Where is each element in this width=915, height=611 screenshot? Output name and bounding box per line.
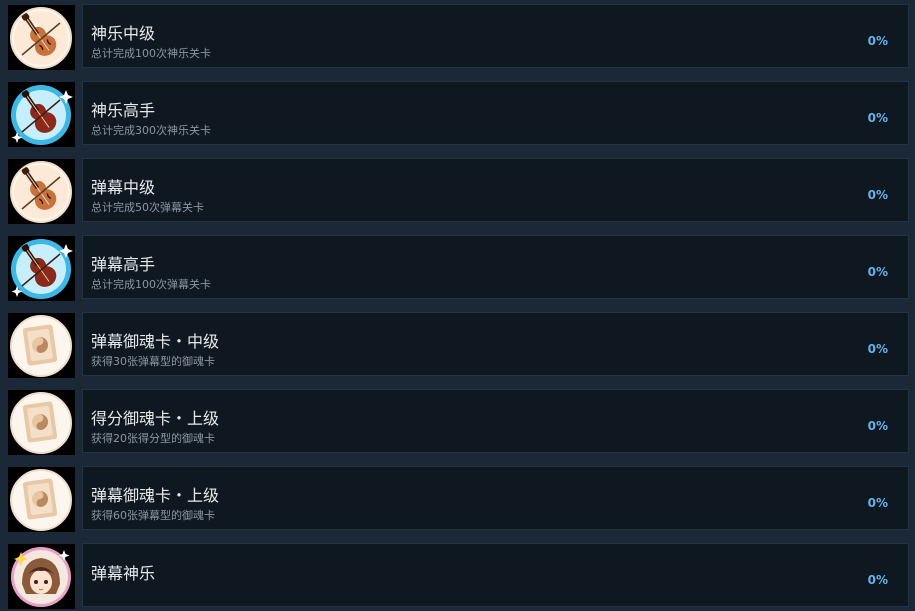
- achievement-card[interactable]: 弹幕神乐 0%: [82, 543, 909, 607]
- achievement-card[interactable]: 神乐高手总计完成300次神乐关卡 0%: [82, 81, 909, 145]
- achievement-row[interactable]: 弹幕御魂卡・上级获得60张弹幕型的御魂卡 0%: [0, 464, 915, 534]
- achievement-row[interactable]: 神乐高手总计完成300次神乐关卡 0%: [0, 79, 915, 149]
- achievement-card[interactable]: 弹幕御魂卡・上级获得60张弹幕型的御魂卡 0%: [82, 466, 909, 530]
- achievement-title: 弹幕御魂卡・上级: [91, 486, 220, 505]
- achievement-description: 总计完成100次弹幕关卡: [91, 278, 211, 291]
- achievement-card[interactable]: 神乐中级总计完成100次神乐关卡 0%: [82, 4, 909, 68]
- achievement-description: 获得60张弹幕型的御魂卡: [91, 509, 215, 522]
- achievement-title: 得分御魂卡・上级: [91, 409, 220, 428]
- unlock-percentage: 0%: [867, 265, 888, 279]
- achievement-row[interactable]: 得分御魂卡・上级获得20张得分型的御魂卡 0%: [0, 387, 915, 457]
- achievement-description: 总计完成300次神乐关卡: [91, 124, 211, 137]
- unlock-percentage: 0%: [867, 111, 888, 125]
- violin-sparkle-icon: [8, 236, 75, 301]
- achievement-title: 神乐中级: [91, 24, 156, 43]
- violin-icon: [8, 5, 75, 70]
- unlock-percentage: 0%: [867, 34, 888, 48]
- unlock-percentage: 0%: [867, 188, 888, 202]
- achievement-title: 弹幕高手: [91, 255, 156, 274]
- achievement-card[interactable]: 弹幕御魂卡・中级获得30张弹幕型的御魂卡 0%: [82, 312, 909, 376]
- achievement-title: 神乐高手: [91, 101, 156, 120]
- achievement-card[interactable]: 得分御魂卡・上级获得20张得分型的御魂卡 0%: [82, 389, 909, 453]
- unlock-percentage: 0%: [867, 573, 888, 587]
- achievement-title: 弹幕神乐: [91, 564, 156, 583]
- achievement-row[interactable]: 弹幕中级总计完成50次弹幕关卡 0%: [0, 156, 915, 226]
- unlock-percentage: 0%: [867, 419, 888, 433]
- achievement-description: 获得20张得分型的御魂卡: [91, 432, 215, 445]
- achievement-description: 总计完成100次神乐关卡: [91, 47, 211, 60]
- achievement-card[interactable]: 弹幕高手总计完成100次弹幕关卡 0%: [82, 235, 909, 299]
- achievement-title: 弹幕中级: [91, 178, 156, 197]
- character-portrait-icon: [8, 544, 75, 609]
- achievement-row[interactable]: 弹幕高手总计完成100次弹幕关卡 0%: [0, 233, 915, 303]
- unlock-percentage: 0%: [867, 342, 888, 356]
- achievement-row[interactable]: 神乐中级总计完成100次神乐关卡 0%: [0, 2, 915, 72]
- achievement-list: 神乐中级总计完成100次神乐关卡 0% 神乐高手总计完成300次神乐关卡 0%: [0, 0, 915, 610]
- violin-sparkle-icon: [8, 82, 75, 147]
- unlock-percentage: 0%: [867, 496, 888, 510]
- violin-icon: [8, 159, 75, 224]
- achievement-row[interactable]: 弹幕御魂卡・中级获得30张弹幕型的御魂卡 0%: [0, 310, 915, 380]
- achievement-row[interactable]: 弹幕神乐 0%: [0, 541, 915, 611]
- achievement-description: 总计完成50次弹幕关卡: [91, 201, 204, 214]
- yin-yang-card-icon: [8, 313, 75, 378]
- yin-yang-card-icon: [8, 390, 75, 455]
- achievement-card[interactable]: 弹幕中级总计完成50次弹幕关卡 0%: [82, 158, 909, 222]
- yin-yang-card-icon: [8, 467, 75, 532]
- achievement-title: 弹幕御魂卡・中级: [91, 332, 220, 351]
- achievement-description: 获得30张弹幕型的御魂卡: [91, 355, 215, 368]
